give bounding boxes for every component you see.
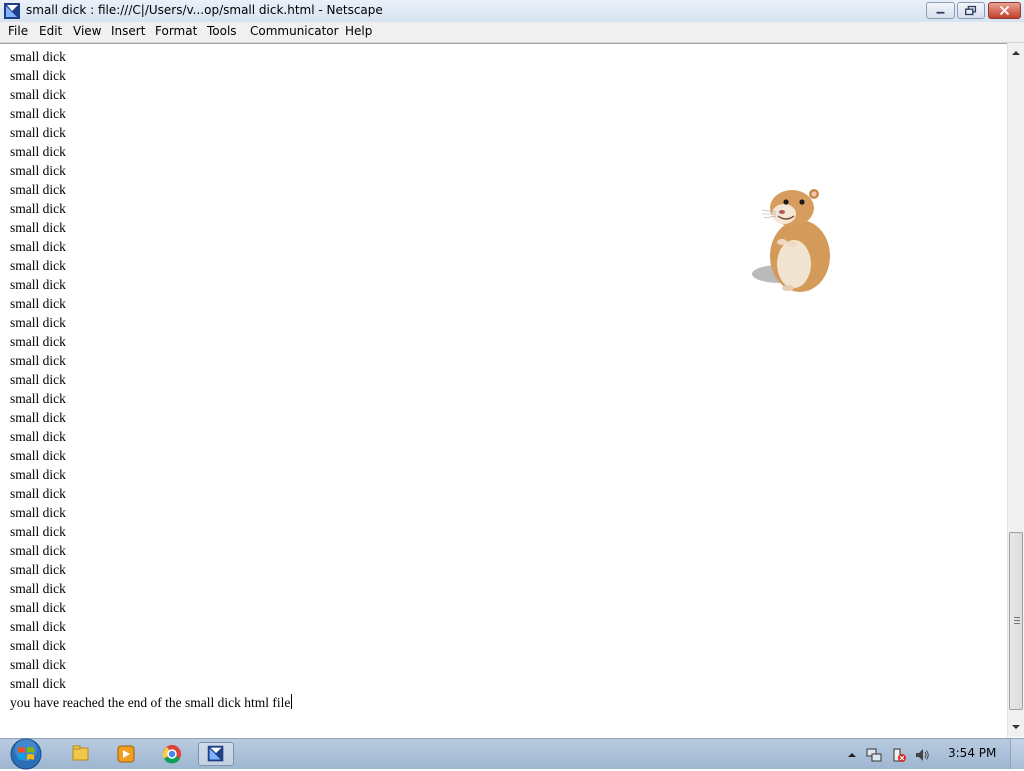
text-line: small dick xyxy=(10,163,66,178)
vertical-scrollbar[interactable] xyxy=(1007,43,1024,737)
text-line: small dick xyxy=(10,600,66,615)
menu-format[interactable]: Format xyxy=(155,24,197,38)
scroll-thumb[interactable] xyxy=(1009,532,1023,710)
text-line: small dick xyxy=(10,638,66,653)
text-line: small dick xyxy=(10,87,66,102)
end-of-file-line: you have reached the end of the small di… xyxy=(10,693,293,712)
text-line: small dick xyxy=(10,657,66,672)
text-line: small dick xyxy=(10,486,66,501)
text-line: small dick xyxy=(10,68,66,83)
taskbar-clock[interactable]: 3:54 PM xyxy=(948,746,996,760)
close-button[interactable] xyxy=(988,2,1021,19)
text-line: small dick xyxy=(10,334,66,349)
text-line: small dick xyxy=(10,562,66,577)
restore-button[interactable] xyxy=(957,2,985,19)
menu-tools[interactable]: Tools xyxy=(207,24,237,38)
text-line: small dick xyxy=(10,239,66,254)
menu-view[interactable]: View xyxy=(73,24,101,38)
text-line: small dick xyxy=(10,391,66,406)
menu-bar: File Edit View Insert Format Tools Commu… xyxy=(0,22,1024,43)
text-line: small dick xyxy=(10,372,66,387)
netscape-icon xyxy=(207,745,224,762)
text-line: small dick xyxy=(10,144,66,159)
scroll-grip-icon xyxy=(1014,617,1020,624)
text-line: small dick xyxy=(10,524,66,539)
text-line: small dick xyxy=(10,106,66,121)
text-line: small dick xyxy=(10,676,66,691)
menu-help[interactable]: Help xyxy=(345,24,372,38)
scroll-up-arrow-icon[interactable] xyxy=(1008,45,1024,61)
end-of-file-text: you have reached the end of the small di… xyxy=(10,695,291,710)
hamster-image xyxy=(752,189,830,292)
menu-communicator[interactable]: Communicator xyxy=(250,24,339,38)
explorer-icon xyxy=(72,745,89,761)
text-line: small dick xyxy=(10,505,66,520)
media-player-icon xyxy=(117,745,135,763)
text-line: small dick xyxy=(10,277,66,292)
text-line: small dick xyxy=(10,467,66,482)
explorer-taskbar-button[interactable] xyxy=(62,742,98,766)
text-line: small dick xyxy=(10,429,66,444)
window-title: small dick : file:///C|/Users/v...op/sma… xyxy=(26,3,383,17)
windows-start-orb[interactable] xyxy=(8,737,44,771)
network-icon[interactable] xyxy=(866,747,882,763)
text-line: small dick xyxy=(10,49,66,64)
text-cursor xyxy=(291,694,293,709)
title-bar[interactable]: small dick : file:///C|/Users/v...op/sma… xyxy=(0,0,1024,23)
text-line: small dick xyxy=(10,410,66,425)
minimize-button[interactable] xyxy=(926,2,955,19)
show-desktop-button[interactable] xyxy=(1010,739,1024,769)
taskbar: 3:54 PM xyxy=(0,737,1024,771)
text-line: small dick xyxy=(10,296,66,311)
scroll-down-arrow-icon[interactable] xyxy=(1008,719,1024,735)
netscape-icon xyxy=(4,3,20,19)
chrome-taskbar-button[interactable] xyxy=(154,742,190,766)
text-line: small dick xyxy=(10,220,66,235)
menu-edit[interactable]: Edit xyxy=(39,24,62,38)
menu-insert[interactable]: Insert xyxy=(111,24,145,38)
document-area[interactable]: small dick small dick small dick small dick… xyxy=(0,43,1007,738)
text-line: small dick xyxy=(10,581,66,596)
text-line: small dick xyxy=(10,201,66,216)
text-line: small dick xyxy=(10,125,66,140)
netscape-taskbar-button[interactable] xyxy=(198,742,234,766)
text-line: small dick xyxy=(10,182,66,197)
chrome-icon xyxy=(163,745,181,764)
text-line: small dick xyxy=(10,258,66,273)
text-line: small dick xyxy=(10,448,66,463)
document-text: small dick small dick small dick small dick… xyxy=(10,47,293,712)
text-line: small dick xyxy=(10,543,66,558)
show-hidden-icons-arrow[interactable] xyxy=(844,747,860,763)
text-line: small dick xyxy=(10,353,66,368)
action-center-icon[interactable] xyxy=(891,747,907,763)
volume-icon[interactable] xyxy=(914,747,930,763)
text-line: small dick xyxy=(10,315,66,330)
text-line: small dick xyxy=(10,619,66,634)
media-player-taskbar-button[interactable] xyxy=(108,742,144,766)
menu-file[interactable]: File xyxy=(8,24,28,38)
